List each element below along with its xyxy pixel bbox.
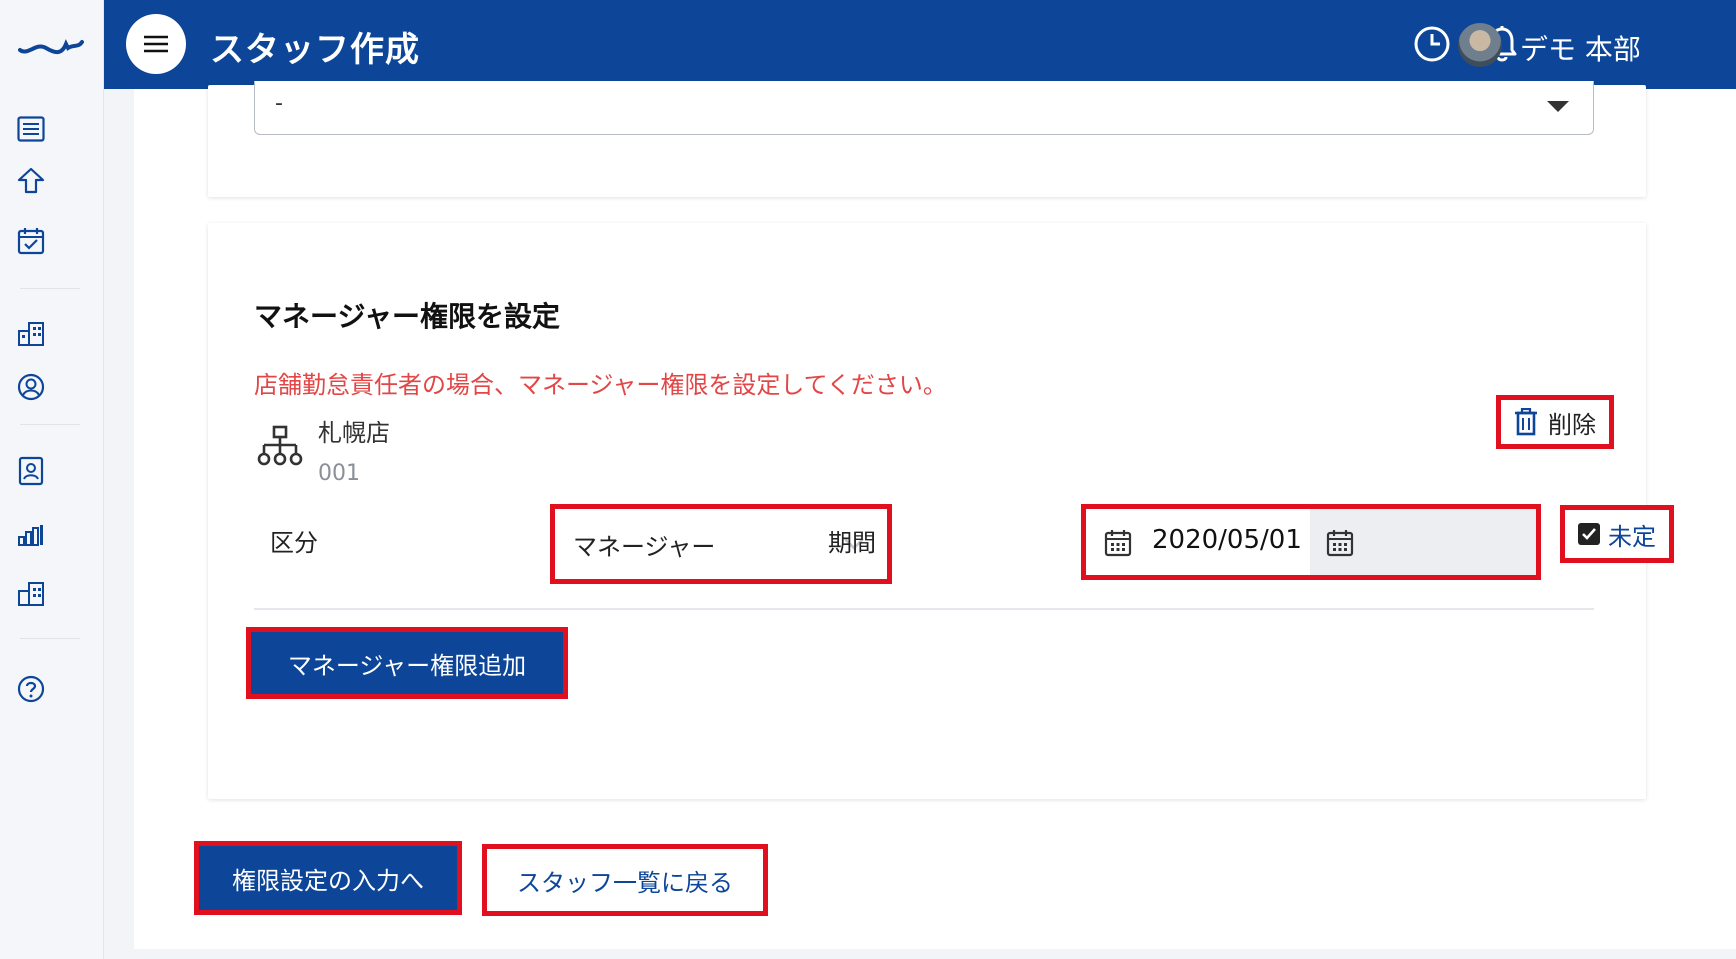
top-header: スタッフ作成 デモ 本部 — [104, 0, 1736, 89]
home-upload-icon[interactable] — [16, 166, 46, 196]
store-select[interactable]: - — [254, 81, 1594, 135]
next-permission-button[interactable]: 権限設定の入力へ — [194, 841, 462, 915]
office-building-icon[interactable] — [16, 578, 46, 608]
user-name[interactable]: デモ 本部 — [1520, 28, 1641, 68]
start-date-value: 2020/05/01 — [1152, 525, 1302, 555]
undecided-label: 未定 — [1608, 522, 1656, 551]
manager-permission-card: マネージャー権限を設定 店舗勤怠責任者の場合、マネージャー権限を設定してください… — [208, 223, 1674, 799]
calendar-icon — [1104, 530, 1132, 557]
building-icon[interactable] — [16, 318, 46, 348]
store-select-value: - — [275, 91, 283, 116]
id-card-icon[interactable] — [16, 456, 46, 486]
sidebar-divider — [20, 424, 80, 425]
add-manager-permission-button[interactable]: マネージャー権限追加 — [246, 627, 568, 699]
store-code: 001 — [318, 461, 360, 486]
clock-button[interactable] — [1412, 24, 1452, 64]
store-name: 札幌店 — [318, 419, 390, 447]
calendar-check-icon[interactable] — [16, 226, 46, 256]
period-date-range[interactable]: 2020/05/01 — [1081, 504, 1541, 580]
sidebar — [0, 0, 104, 959]
delete-button[interactable]: 削除 — [1496, 395, 1614, 449]
category-value: マネージャー — [573, 532, 716, 561]
user-circle-icon[interactable] — [16, 372, 46, 402]
main-content: - マネージャー権限を設定 店舗勤怠責任者の場合、マネージャー権限を設定してくだ… — [134, 81, 1736, 949]
trash-icon — [1515, 408, 1537, 436]
avatar[interactable] — [1458, 23, 1502, 67]
hamburger-icon — [144, 35, 168, 53]
check-icon — [1578, 523, 1600, 545]
category-label: 区分 — [270, 529, 318, 557]
delete-label: 削除 — [1548, 410, 1596, 439]
notice-text: 店舗勤怠責任者の場合、マネージャー権限を設定してください。 — [254, 371, 947, 399]
period-label: 期間 — [828, 529, 876, 557]
caret-down-icon — [1547, 101, 1569, 112]
undecided-checkbox[interactable]: 未定 — [1560, 505, 1674, 563]
end-date-calendar-icon[interactable] — [1326, 529, 1354, 557]
previous-section-card: - — [208, 81, 1646, 197]
org-chart-icon — [257, 425, 303, 466]
page-title: スタッフ作成 — [210, 30, 420, 70]
sidebar-divider — [20, 638, 80, 639]
back-to-staff-list-button[interactable]: スタッフ一覧に戻る — [482, 844, 768, 916]
help-icon[interactable] — [16, 674, 46, 704]
section-divider — [254, 608, 1594, 610]
list-icon[interactable] — [16, 114, 46, 144]
section-title: マネージャー権限を設定 — [254, 300, 561, 333]
bar-chart-icon[interactable] — [16, 520, 46, 550]
menu-button[interactable] — [126, 14, 186, 74]
sidebar-divider — [20, 288, 80, 289]
clock-icon — [1414, 26, 1450, 62]
brand-logo-icon[interactable] — [18, 30, 84, 60]
